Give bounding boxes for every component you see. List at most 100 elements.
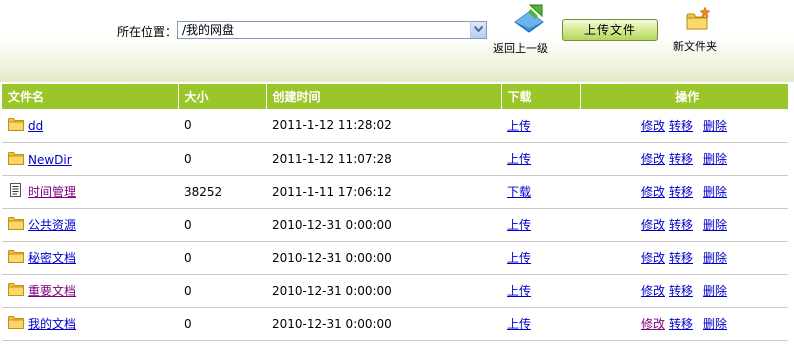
column-header-ops: 操作 [580,84,788,109]
table-row: dd 0 2011-1-12 11:28:02 上传 修改 转移 删除 [2,109,788,143]
new-folder-icon[interactable] [685,6,711,32]
file-transfer-cell: 上传 [501,208,580,242]
file-name-link[interactable]: 时间管理 [28,185,76,199]
file-created-time: 2011-1-12 11:28:02 [266,109,501,143]
file-name-cell: 时间管理 [2,175,178,209]
delete-link[interactable]: 删除 [703,185,727,199]
table-header-row: 文件名 大小 创建时间 下载 操作 [2,84,788,109]
file-name-link[interactable]: 秘密文档 [28,251,76,265]
column-header-size: 大小 [178,84,267,109]
location-label: 所在位置： [117,25,178,39]
file-size: 0 [178,274,266,308]
table-row: 我的文档 0 2010-12-31 0:00:00 上传 修改 转移 删除 [2,307,788,341]
move-link[interactable]: 转移 [669,251,693,265]
file-table: 文件名 大小 创建时间 下载 操作 dd 0 2011-1-12 11:28:02 上… [2,84,788,341]
file-created-time: 2010-12-31 0:00:00 [266,307,501,341]
file-transfer-link[interactable]: 上传 [507,119,531,133]
file-transfer-link[interactable]: 上传 [507,284,531,298]
folder-icon [8,216,24,230]
table-row: 秘密文档 0 2010-12-31 0:00:00 上传 修改 转移 删除 [2,241,788,275]
file-size: 0 [178,142,266,176]
file-transfer-link[interactable]: 下载 [507,185,531,199]
file-name-cell: 重要文档 [2,274,178,308]
edit-link[interactable]: 修改 [641,317,665,331]
file-created-time: 2011-1-12 11:07:28 [266,142,501,176]
file-name-cell: 秘密文档 [2,241,178,275]
delete-link[interactable]: 删除 [703,251,727,265]
file-ops-cell: 修改 转移 删除 [580,142,788,176]
file-created-time: 2010-12-31 0:00:00 [266,208,501,242]
delete-link[interactable]: 删除 [703,152,727,166]
go-up-label[interactable]: 返回上一级 [493,42,548,56]
file-size: 0 [178,241,266,275]
file-created-time: 2010-12-31 0:00:00 [266,241,501,275]
folder-icon [8,117,24,132]
file-ops-cell: 修改 转移 删除 [580,109,788,143]
upload-file-button[interactable]: 上传文件 [562,19,658,41]
file-created-time: 2011-1-11 17:06:12 [266,175,501,209]
edit-link[interactable]: 修改 [641,185,665,199]
file-size: 0 [178,208,266,242]
folder-icon [8,315,24,329]
file-transfer-cell: 上传 [501,274,580,308]
file-transfer-link[interactable]: 上传 [507,251,531,265]
move-link[interactable]: 转移 [669,185,693,199]
file-ops-cell: 修改 转移 删除 [580,208,788,242]
file-transfer-cell: 下载 [501,175,580,209]
location-select-value: /我的网盘 [182,23,235,37]
file-name-cell: 我的文档 [2,307,178,341]
table-row: 公共资源 0 2010-12-31 0:00:00 上传 修改 转移 删除 [2,208,788,242]
file-ops-cell: 修改 转移 删除 [580,175,788,209]
file-ops-cell: 修改 转移 删除 [580,241,788,275]
table-row: NewDir 0 2011-1-12 11:07:28 上传 修改 转移 删除 [2,142,788,176]
file-transfer-link[interactable]: 上传 [507,317,531,331]
edit-link[interactable]: 修改 [641,119,665,133]
edit-link[interactable]: 修改 [641,218,665,232]
file-name-link[interactable]: 重要文档 [28,284,76,298]
new-folder-label[interactable]: 新文件夹 [673,40,717,54]
move-link[interactable]: 转移 [669,218,693,232]
file-transfer-cell: 上传 [501,307,580,341]
file-name-link[interactable]: 公共资源 [28,218,76,232]
file-list: dd 0 2011-1-12 11:28:02 上传 修改 转移 删除 NewDir 0 2011… [2,109,788,341]
move-link[interactable]: 转移 [669,284,693,298]
file-ops-cell: 修改 转移 删除 [580,274,788,308]
file-name-cell: NewDir [2,142,178,176]
folder-icon [8,282,24,296]
file-transfer-cell: 上传 [501,142,580,176]
edit-link[interactable]: 修改 [641,284,665,298]
file-name-link[interactable]: 我的文档 [28,317,76,331]
table-row: 重要文档 0 2010-12-31 0:00:00 上传 修改 转移 删除 [2,274,788,308]
file-transfer-link[interactable]: 上传 [507,218,531,232]
file-size: 0 [178,109,266,143]
file-name-cell: 公共资源 [2,208,178,242]
file-ops-cell: 修改 转移 删除 [580,307,788,341]
move-link[interactable]: 转移 [669,317,693,331]
file-transfer-cell: 上传 [501,109,580,143]
table-row: 时间管理 38252 2011-1-11 17:06:12 下载 修改 转移 删除 [2,175,788,209]
edit-link[interactable]: 修改 [641,251,665,265]
toolbar: 所在位置： /我的网盘 返回上一级 上传文件 新文件夹 [0,0,794,82]
delete-link[interactable]: 删除 [703,317,727,331]
delete-link[interactable]: 删除 [703,218,727,232]
column-header-created: 创建时间 [266,84,502,109]
delete-link[interactable]: 删除 [703,119,727,133]
move-link[interactable]: 转移 [669,152,693,166]
move-link[interactable]: 转移 [669,119,693,133]
edit-link[interactable]: 修改 [641,152,665,166]
go-up-icon[interactable] [509,2,549,38]
file-size: 0 [178,307,266,341]
folder-icon [8,249,24,263]
column-header-name: 文件名 [2,84,179,109]
file-transfer-link[interactable]: 上传 [507,152,531,166]
location-select[interactable]: /我的网盘 [177,21,487,39]
file-transfer-cell: 上传 [501,241,580,275]
document-icon [8,183,24,197]
file-name-link[interactable]: NewDir [28,153,72,167]
file-name-link[interactable]: dd [28,119,43,133]
file-name-cell: dd [2,109,178,143]
delete-link[interactable]: 删除 [703,284,727,298]
file-created-time: 2010-12-31 0:00:00 [266,274,501,308]
column-header-download: 下载 [501,84,581,109]
chevron-down-icon[interactable] [470,22,486,38]
